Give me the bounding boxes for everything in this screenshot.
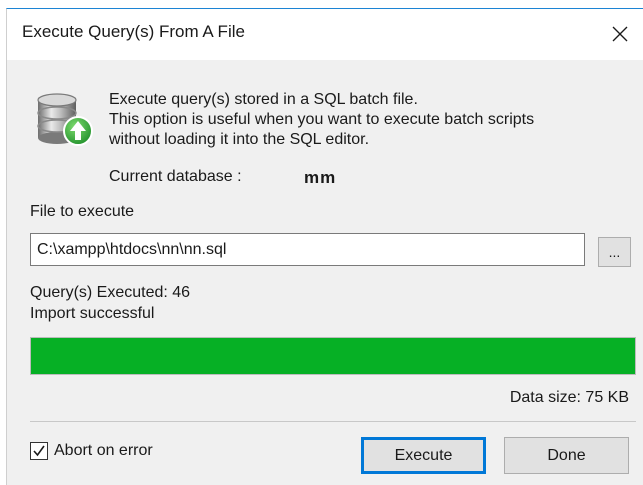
- abort-on-error-checkbox[interactable]: Abort on error: [30, 442, 153, 460]
- import-result-status: Import successful: [30, 305, 155, 322]
- current-database-value: mm: [304, 168, 337, 187]
- dialog-title: Execute Query(s) From A File: [22, 22, 245, 41]
- database-upload-icon: [34, 86, 96, 152]
- title-bar: Execute Query(s) From A File: [7, 9, 643, 60]
- file-to-execute-label: File to execute: [30, 203, 135, 220]
- close-button[interactable]: [597, 9, 643, 59]
- done-button[interactable]: Done: [504, 437, 629, 474]
- separator: [30, 421, 636, 422]
- browse-button[interactable]: ...: [598, 237, 631, 267]
- check-icon: [33, 445, 45, 457]
- file-path-input[interactable]: [30, 233, 585, 266]
- execute-query-dialog: Execute Query(s) From A File Execute que…: [6, 8, 643, 485]
- progress-bar: [30, 337, 636, 375]
- close-icon: [612, 26, 628, 42]
- progress-fill: [31, 338, 635, 374]
- execute-button[interactable]: Execute: [361, 437, 486, 474]
- current-database-label: Current database :: [109, 168, 242, 185]
- description-line: Execute query(s) stored in a SQL batch f…: [109, 91, 418, 108]
- description-line: without loading it into the SQL editor.: [109, 131, 370, 148]
- checkbox-box[interactable]: [30, 442, 48, 460]
- description: Execute query(s) stored in a SQL batch f…: [109, 90, 534, 150]
- queries-executed-status: Query(s) Executed: 46: [30, 284, 191, 301]
- description-line: This option is useful when you want to e…: [109, 111, 535, 128]
- abort-on-error-label: Abort on error: [54, 442, 153, 459]
- data-size-label: Data size: 75 KB: [509, 389, 629, 406]
